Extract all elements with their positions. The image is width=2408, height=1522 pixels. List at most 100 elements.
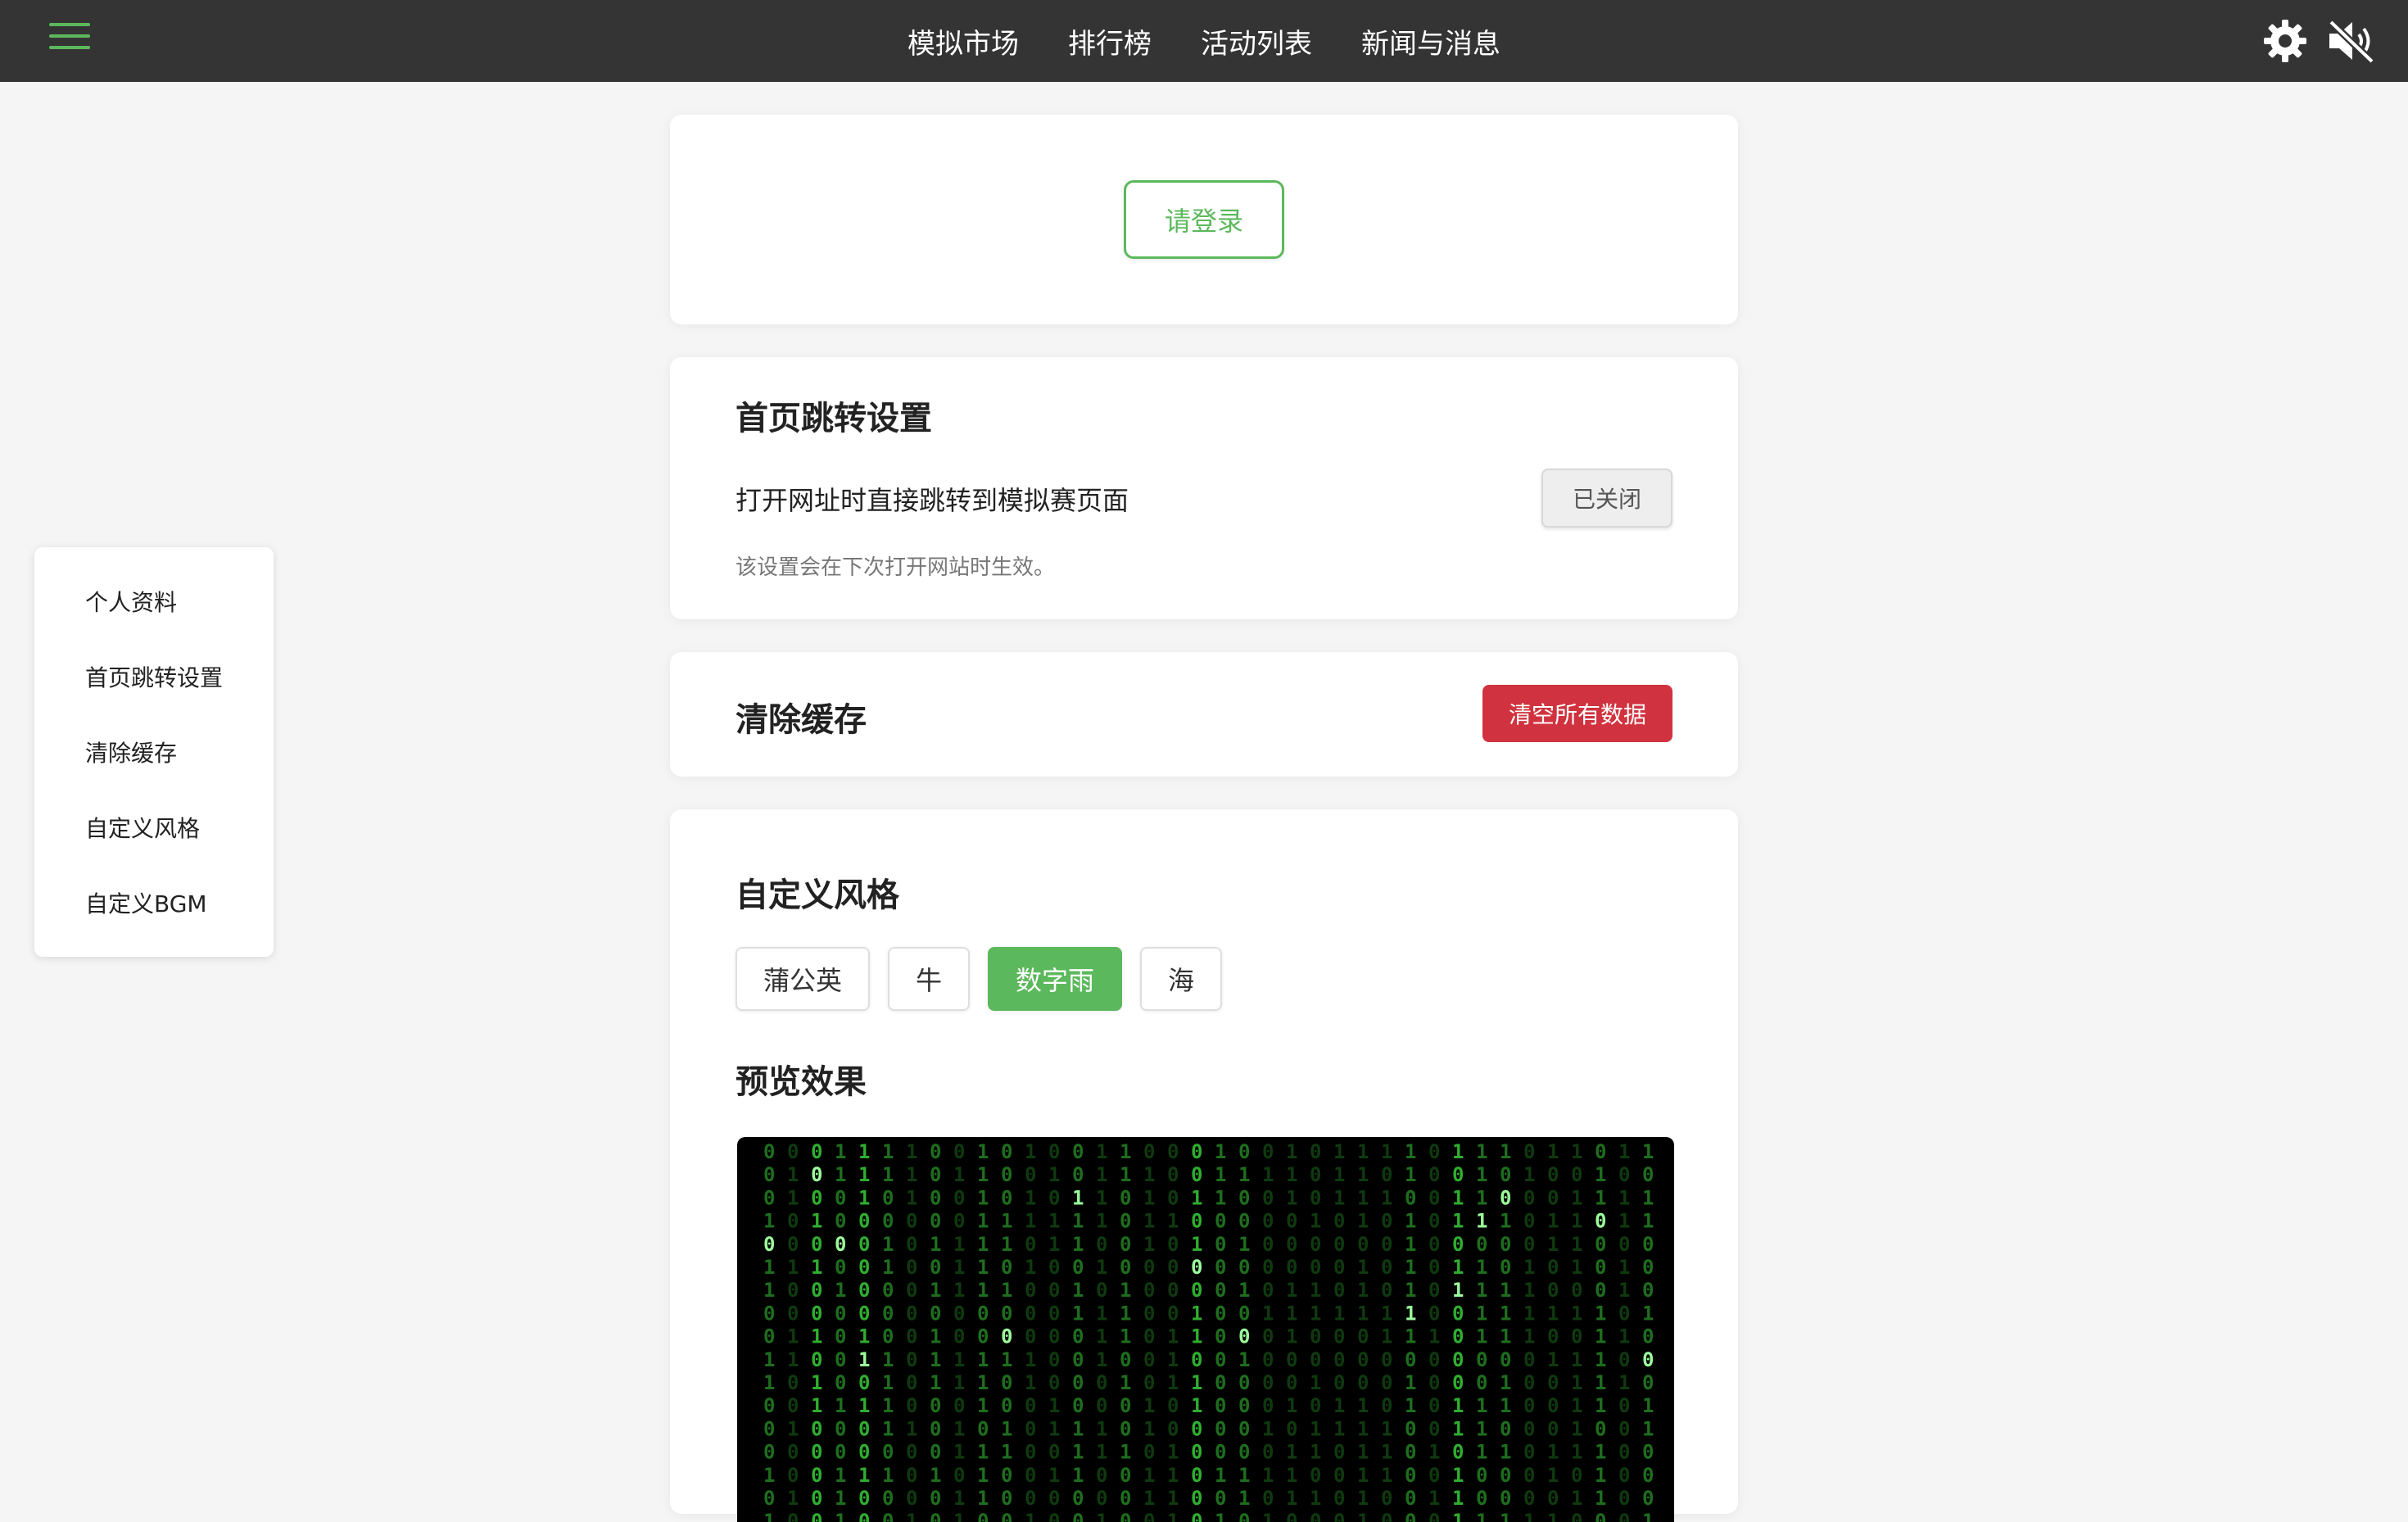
sidebar-item-bgm[interactable]: 自定义BGM [34,867,274,942]
theme-button-dandelion[interactable]: 蒲公英 [736,947,871,1011]
svg-text:1: 1 [953,1441,965,1464]
clear-all-data-button[interactable]: 清空所有数据 [1482,685,1672,742]
svg-text:1: 1 [1547,1302,1559,1325]
svg-text:1: 1 [1523,1256,1535,1279]
svg-text:1: 1 [1120,1441,1131,1464]
svg-text:1: 1 [1523,1510,1535,1522]
redirect-toggle-button[interactable]: 已关闭 [1541,469,1672,528]
svg-text:0: 0 [1595,1510,1606,1522]
svg-text:0: 0 [1428,1186,1440,1209]
svg-text:1: 1 [1143,1233,1155,1256]
svg-text:0: 0 [1452,1163,1464,1186]
svg-text:0: 0 [763,1163,775,1186]
svg-text:1: 1 [1310,1371,1321,1394]
theme-button-digital-rain[interactable]: 数字雨 [988,947,1123,1011]
svg-text:1: 1 [1001,1441,1012,1464]
svg-text:0: 0 [858,1279,870,1302]
nav-link-leaderboard[interactable]: 排行榜 [1068,21,1152,61]
svg-text:1: 1 [1571,1394,1582,1417]
svg-text:1: 1 [1523,1325,1535,1348]
svg-text:0: 0 [1381,1348,1392,1371]
svg-text:1: 1 [1428,1325,1440,1348]
svg-text:1: 1 [1595,1394,1606,1417]
svg-text:1: 1 [953,1233,965,1256]
svg-text:0: 0 [977,1302,989,1325]
gear-icon[interactable] [2262,18,2308,64]
svg-text:0: 0 [811,1163,822,1186]
mute-icon[interactable] [2326,18,2375,64]
svg-text:0: 0 [1167,1163,1179,1186]
svg-text:0: 0 [1357,1325,1369,1348]
svg-text:1: 1 [1381,1140,1392,1163]
svg-text:1: 1 [1452,1464,1464,1487]
svg-text:0: 0 [1500,1233,1511,1256]
theme-button-sea[interactable]: 海 [1140,947,1223,1011]
svg-text:0: 0 [1381,1256,1392,1279]
sidebar-item-redirect[interactable]: 首页跳转设置 [34,641,274,716]
svg-text:0: 0 [1310,1256,1321,1279]
svg-text:1: 1 [1571,1417,1582,1440]
svg-text:1: 1 [1476,1279,1487,1302]
nav-link-activities[interactable]: 活动列表 [1201,21,1312,61]
svg-text:0: 0 [1523,1441,1535,1464]
svg-text:1: 1 [977,1394,989,1417]
svg-text:1: 1 [1143,1417,1155,1440]
login-button[interactable]: 请登录 [1124,180,1284,259]
svg-text:0: 0 [953,1325,965,1348]
svg-text:0: 0 [835,1302,846,1325]
svg-text:0: 0 [1215,1394,1226,1417]
svg-text:0: 0 [811,1140,822,1163]
svg-text:0: 0 [1025,1233,1036,1256]
svg-text:0: 0 [835,1348,846,1371]
svg-text:1: 1 [882,1394,894,1417]
svg-text:0: 0 [1618,1510,1630,1522]
sidebar-item-profile[interactable]: 个人资料 [34,565,274,641]
svg-text:1: 1 [1476,1256,1487,1279]
svg-text:0: 0 [1262,1325,1274,1348]
svg-text:0: 0 [1096,1279,1107,1302]
svg-text:1: 1 [1310,1210,1321,1233]
svg-text:0: 0 [835,1371,846,1394]
svg-text:1: 1 [953,1487,965,1510]
svg-text:0: 0 [811,1233,822,1256]
svg-text:0: 0 [787,1394,799,1417]
sidebar-item-cache[interactable]: 清除缓存 [34,716,274,791]
svg-text:1: 1 [763,1464,775,1487]
svg-text:0: 0 [763,1441,775,1464]
svg-text:1: 1 [977,1487,989,1510]
svg-text:0: 0 [1048,1302,1060,1325]
svg-text:0: 0 [882,1279,894,1302]
svg-text:1: 1 [1048,1417,1060,1440]
svg-text:0: 0 [1381,1210,1392,1233]
theme-button-bull[interactable]: 牛 [888,947,971,1011]
svg-text:1: 1 [1357,1256,1369,1279]
svg-text:0: 0 [763,1140,775,1163]
svg-text:0: 0 [1191,1464,1202,1487]
svg-text:1: 1 [1595,1325,1606,1348]
svg-text:0: 0 [1642,1163,1654,1186]
svg-text:1: 1 [1262,1510,1274,1522]
svg-text:0: 0 [763,1302,775,1325]
settings-sidebar: 个人资料 首页跳转设置 清除缓存 自定义风格 自定义BGM [34,547,274,957]
svg-text:1: 1 [787,1186,799,1209]
svg-text:1: 1 [1286,1487,1297,1510]
redirect-settings-card: 首页跳转设置 打开网址时直接跳转到模拟赛页面 已关闭 该设置会在下次打开网站时生… [670,357,1738,619]
nav-link-market[interactable]: 模拟市场 [908,21,1019,61]
svg-text:0: 0 [1618,1233,1630,1256]
svg-text:1: 1 [1333,1163,1345,1186]
svg-text:1: 1 [1523,1163,1535,1186]
svg-text:0: 0 [1262,1233,1274,1256]
svg-text:0: 0 [1333,1256,1345,1279]
svg-text:0: 0 [858,1256,870,1279]
sidebar-item-style[interactable]: 自定义风格 [34,791,274,867]
svg-text:0: 0 [858,1487,870,1510]
svg-text:1: 1 [906,1186,917,1209]
svg-text:0: 0 [1642,1441,1654,1464]
hamburger-menu-icon[interactable] [49,23,90,56]
svg-text:0: 0 [1262,1487,1274,1510]
svg-text:1: 1 [1120,1371,1131,1394]
nav-link-news[interactable]: 新闻与消息 [1361,21,1500,61]
svg-text:1: 1 [1476,1325,1487,1348]
svg-text:1: 1 [1547,1210,1559,1233]
svg-text:1: 1 [906,1163,917,1186]
